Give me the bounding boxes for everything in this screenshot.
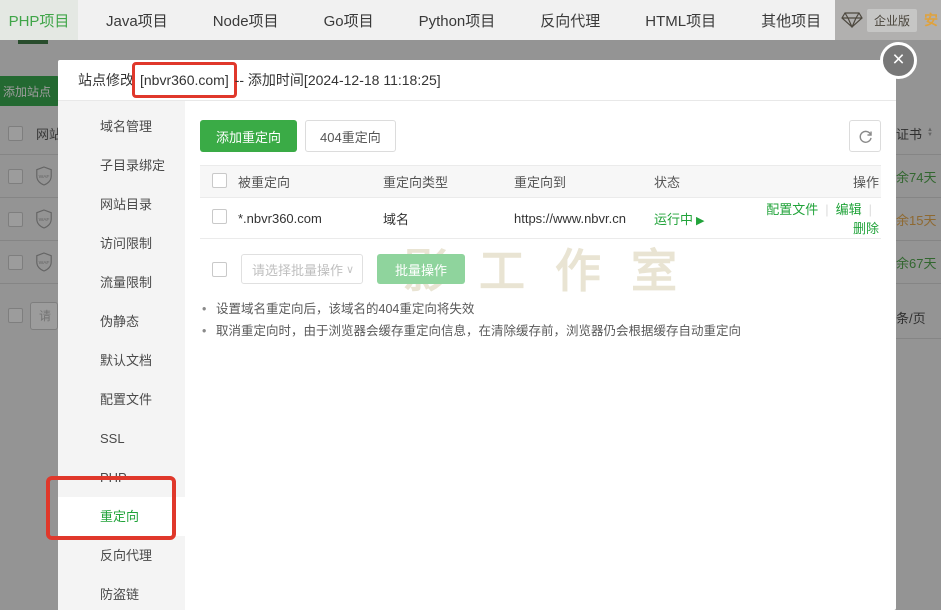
col-status: 状态 xyxy=(654,172,759,191)
top-nav: PHP项目 Java项目 Node项目 Go项目 Python项目 反向代理 H… xyxy=(0,0,941,40)
sidebar-item-site-dir[interactable]: 网站目录 xyxy=(58,185,185,224)
batch-operation-bar: 请选择批量操作 ∨ 批量操作 xyxy=(200,254,881,284)
annotation-box-domain: [nbvr360.com] xyxy=(132,62,237,98)
edit-link[interactable]: 编辑 xyxy=(836,202,862,217)
redirect-table: 被重定向 重定向类型 重定向到 状态 操作 *.nbvr360.com 域名 h… xyxy=(200,165,881,239)
action-separator: | xyxy=(825,202,828,217)
tab-php[interactable]: PHP项目 xyxy=(0,0,78,40)
config-file-link[interactable]: 配置文件 xyxy=(766,202,818,217)
modal-sidebar: 域名管理 子目录绑定 网站目录 访问限制 流量限制 伪静态 默认文档 配置文件 … xyxy=(58,101,185,610)
modal-title: 站点修改 [nbvr360.com] -- 添加时间[2024-12-18 11:… xyxy=(58,60,896,101)
sidebar-item-config-file[interactable]: 配置文件 xyxy=(58,380,185,419)
refresh-button[interactable] xyxy=(849,120,881,152)
batch-select-placeholder: 请选择批量操作 xyxy=(252,260,343,279)
col-type: 重定向类型 xyxy=(383,172,514,191)
modal-title-domain: [nbvr360.com] xyxy=(140,72,229,88)
sidebar-item-reverse-proxy[interactable]: 反向代理 xyxy=(58,536,185,575)
tab-node[interactable]: Node项目 xyxy=(213,10,279,31)
redirect-404-button[interactable]: 404重定向 xyxy=(305,120,396,152)
corner-text: 安 xyxy=(924,10,938,30)
tab-reverse-proxy[interactable]: 反向代理 xyxy=(540,10,600,31)
refresh-icon xyxy=(858,129,873,144)
note-item: 取消重定向时，由于浏览器会缓存重定向信息，在清除缓存前，浏览器仍会根据缓存自动重… xyxy=(200,320,881,342)
table-select-all-checkbox[interactable] xyxy=(212,173,227,188)
add-redirect-button[interactable]: 添加重定向 xyxy=(200,120,297,152)
tab-java[interactable]: Java项目 xyxy=(106,10,168,31)
close-icon: × xyxy=(892,48,904,71)
modal-content: 影工作室 添加重定向 404重定向 xyxy=(185,101,896,610)
batch-checkbox[interactable] xyxy=(212,262,227,277)
tab-html[interactable]: HTML项目 xyxy=(645,10,716,31)
redirect-table-row: *.nbvr360.com 域名 https://www.nbvr.cn 运行中… xyxy=(200,198,881,239)
app-root: PHP项目 Java项目 Node项目 Go项目 Python项目 反向代理 H… xyxy=(0,0,941,610)
sidebar-item-domain-manage[interactable]: 域名管理 xyxy=(58,107,185,146)
sidebar-item-ssl[interactable]: SSL xyxy=(58,419,185,458)
batch-operation-select[interactable]: 请选择批量操作 ∨ xyxy=(241,254,363,284)
sidebar-item-rewrite[interactable]: 伪静态 xyxy=(58,302,185,341)
sidebar-item-redirect[interactable]: 重定向 xyxy=(58,497,185,536)
close-button[interactable]: × xyxy=(880,42,917,79)
play-icon: ▶ xyxy=(696,215,704,227)
row-checkbox[interactable] xyxy=(212,209,227,224)
redirect-table-header: 被重定向 重定向类型 重定向到 状态 操作 xyxy=(200,165,881,198)
status-running[interactable]: 运行中▶ xyxy=(654,209,759,228)
sidebar-item-php[interactable]: PHP xyxy=(58,458,185,497)
redirect-source: *.nbvr360.com xyxy=(238,211,383,226)
tab-other[interactable]: 其他项目 xyxy=(761,10,821,31)
enterprise-badge[interactable]: 企业版 xyxy=(867,9,917,32)
modal-title-prefix: 站点修改 xyxy=(78,70,134,90)
redirect-notes: 设置域名重定向后，该域名的404重定向将失效 取消重定向时，由于浏览器会缓存重定… xyxy=(200,298,881,342)
tab-go[interactable]: Go项目 xyxy=(324,10,374,31)
batch-operation-button[interactable]: 批量操作 xyxy=(377,254,465,284)
sidebar-item-subdir-bind[interactable]: 子目录绑定 xyxy=(58,146,185,185)
col-actions: 操作 xyxy=(759,172,881,191)
delete-link[interactable]: 删除 xyxy=(853,221,879,236)
action-separator: | xyxy=(869,202,872,217)
sidebar-item-default-doc[interactable]: 默认文档 xyxy=(58,341,185,380)
tab-python[interactable]: Python项目 xyxy=(419,10,496,31)
col-target: 重定向到 xyxy=(514,172,654,191)
sidebar-item-access-limit[interactable]: 访问限制 xyxy=(58,224,185,263)
sidebar-item-traffic-limit[interactable]: 流量限制 xyxy=(58,263,185,302)
site-modify-modal: 站点修改 [nbvr360.com] -- 添加时间[2024-12-18 11:… xyxy=(58,60,896,610)
redirect-toolbar: 添加重定向 404重定向 xyxy=(200,120,881,152)
modal-title-suffix: -- 添加时间[2024-12-18 11:18:25] xyxy=(235,70,441,90)
redirect-target: https://www.nbvr.cn xyxy=(514,211,654,226)
chevron-down-icon: ∨ xyxy=(346,263,354,276)
sidebar-item-hotlink[interactable]: 防盗链 xyxy=(58,575,185,610)
redirect-type: 域名 xyxy=(383,209,514,228)
note-item: 设置域名重定向后，该域名的404重定向将失效 xyxy=(200,298,881,320)
col-source: 被重定向 xyxy=(238,172,383,191)
gem-icon xyxy=(841,12,863,28)
nav-right-group: 企业版 安 xyxy=(835,0,941,40)
